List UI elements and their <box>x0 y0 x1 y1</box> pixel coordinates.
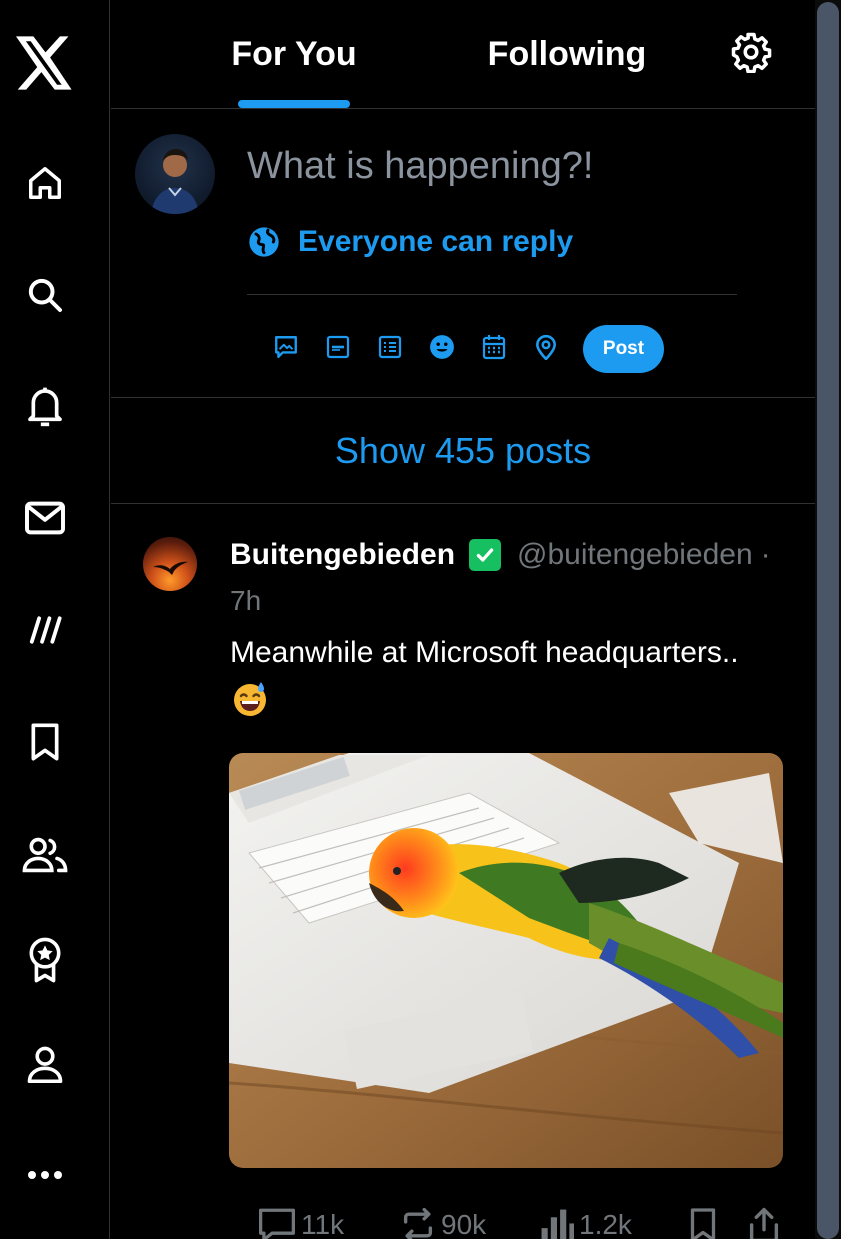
sidebar-item-more[interactable] <box>0 1145 90 1205</box>
media-icon <box>275 336 297 358</box>
scrollbar[interactable] <box>815 0 841 1239</box>
share-icon <box>749 1207 779 1239</box>
header-separator: · <box>760 538 771 571</box>
show-new-posts-button[interactable]: Show 455 posts <box>111 399 815 504</box>
views-icon <box>541 1209 574 1239</box>
schedule-button[interactable] <box>479 332 509 362</box>
views-button[interactable]: 1.2k <box>539 1205 632 1239</box>
badge-icon <box>29 937 61 983</box>
share-button[interactable] <box>747 1205 781 1239</box>
gear-icon <box>731 32 772 73</box>
author-display-name[interactable]: Buitengebieden <box>230 538 455 572</box>
bell-icon <box>28 387 62 427</box>
sidebar-item-explore[interactable] <box>0 265 90 325</box>
sidebar-item-communities[interactable] <box>0 825 90 885</box>
compose-input[interactable] <box>247 138 787 194</box>
search-icon <box>28 278 62 312</box>
emoji-button[interactable] <box>427 332 457 362</box>
composer-divider <box>247 294 737 295</box>
home-icon <box>29 167 61 199</box>
tweet-media-image[interactable] <box>229 753 783 1168</box>
post-button[interactable]: Post <box>583 325 664 373</box>
bookmark-icon <box>31 723 59 761</box>
gif-icon <box>326 335 350 359</box>
grinning-sweat-emoji-icon <box>231 680 269 718</box>
tab-following[interactable]: Following <box>461 0 673 108</box>
tweet-actions: 11k 90k 1.2k <box>111 1205 815 1239</box>
sidebar-item-messages[interactable] <box>0 488 90 548</box>
sidebar-item-grok[interactable] <box>0 600 90 660</box>
tweet-timestamp[interactable]: 7h <box>230 585 261 617</box>
poll-button[interactable] <box>375 332 405 362</box>
sidebar-item-home[interactable] <box>0 153 90 213</box>
sidebar-item-bookmarks[interactable] <box>0 712 90 772</box>
main-timeline: For You Following What is happening?! Ev… <box>111 0 815 1239</box>
sidebar-item-profile[interactable] <box>0 1034 90 1094</box>
mail-icon <box>25 501 65 535</box>
repost-count: 90k <box>441 1209 487 1239</box>
repost-icon <box>403 1208 433 1239</box>
author-handle[interactable]: @buitengebieden <box>517 538 753 572</box>
avatar[interactable] <box>135 134 215 214</box>
post-composer: Everyone can reply Post <box>111 110 815 398</box>
location-button[interactable] <box>531 332 561 362</box>
poll-icon <box>378 335 402 359</box>
more-icon <box>28 1171 62 1179</box>
sidebar-nav <box>0 0 110 1239</box>
author-avatar[interactable] <box>143 537 197 591</box>
globe-icon <box>249 227 279 257</box>
emoji-icon <box>430 335 454 359</box>
verified-badge-icon <box>469 539 502 571</box>
slash-icon <box>29 616 62 644</box>
timeline-tabs: For You Following <box>111 0 815 109</box>
active-tab-indicator <box>238 100 350 108</box>
person-icon <box>27 1046 63 1083</box>
bookmark-icon <box>690 1208 716 1239</box>
x-logo-icon[interactable] <box>0 33 90 93</box>
sidebar-item-premium[interactable] <box>0 930 90 990</box>
gif-button[interactable] <box>323 332 353 362</box>
media-button[interactable] <box>271 332 301 362</box>
location-icon <box>536 334 556 360</box>
tweet-text: Meanwhile at Microsoft headquarters.. <box>230 636 739 669</box>
schedule-icon <box>482 335 506 360</box>
views-count: 1.2k <box>579 1209 632 1239</box>
reply-setting-button[interactable]: Everyone can reply <box>248 220 573 264</box>
app-window: For You Following What is happening?! Ev… <box>0 0 841 1239</box>
tweet-card[interactable]: Buitengebieden @buitengebieden · 7h Mean… <box>111 505 815 1239</box>
reply-button[interactable]: 11k <box>257 1205 344 1239</box>
reply-icon <box>259 1208 295 1239</box>
reply-setting-label: Everyone can reply <box>298 225 574 258</box>
scrollbar-thumb[interactable] <box>817 2 839 1239</box>
sidebar-item-notifications[interactable] <box>0 376 90 436</box>
people-icon <box>22 837 68 873</box>
repost-button[interactable]: 90k <box>399 1205 486 1239</box>
bookmark-button[interactable] <box>689 1205 717 1239</box>
tweet-header: Buitengebieden @buitengebieden · <box>230 535 810 575</box>
tab-for-you[interactable]: For You <box>191 0 397 108</box>
reply-count: 11k <box>301 1209 345 1239</box>
timeline-settings-button[interactable] <box>727 28 775 76</box>
